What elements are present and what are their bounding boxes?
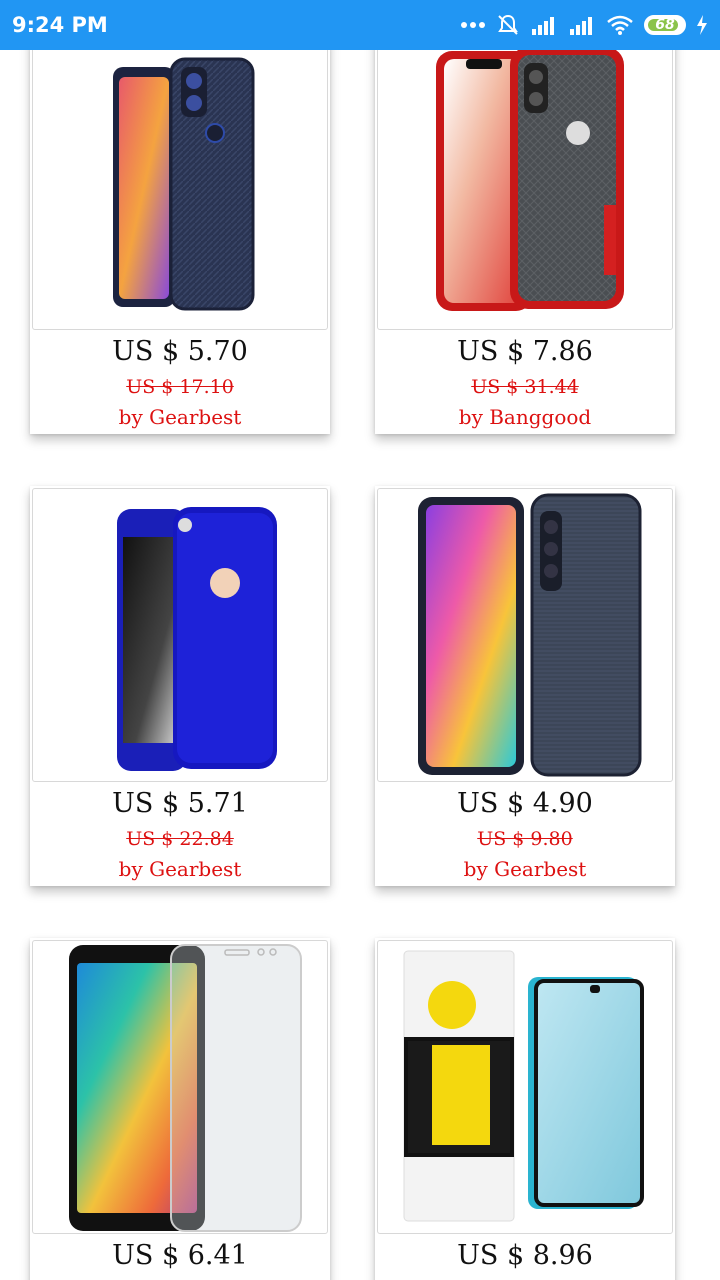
status-icons: 68 xyxy=(460,13,708,37)
battery-level: 68 xyxy=(655,17,675,33)
charging-icon xyxy=(697,15,707,35)
product-original-price: US $ 9.80 xyxy=(477,828,573,850)
product-card[interactable]: US $ 4.90 US $ 9.80 by Gearbest xyxy=(375,486,675,886)
product-original-price: US $ 31.44 xyxy=(471,376,579,398)
phone-case-image xyxy=(113,57,255,311)
product-image[interactable] xyxy=(377,36,673,330)
product-image[interactable] xyxy=(377,488,673,782)
product-price: US $ 4.90 xyxy=(457,788,593,819)
product-original-price: US $ 17.10 xyxy=(126,376,234,398)
battery-icon: 68 xyxy=(644,15,686,35)
product-image[interactable] xyxy=(32,36,328,330)
product-card[interactable]: US $ 5.71 US $ 22.84 by Gearbest xyxy=(30,486,330,886)
product-image[interactable] xyxy=(32,940,328,1234)
product-vendor: by Gearbest xyxy=(118,857,242,881)
status-time: 9:24 PM xyxy=(12,13,108,37)
product-price: US $ 7.86 xyxy=(457,336,593,367)
signal-icon xyxy=(570,17,592,35)
product-card[interactable]: US $ 6.41 xyxy=(30,938,330,1280)
product-price: US $ 5.71 xyxy=(112,788,248,819)
product-vendor: by Banggood xyxy=(458,405,592,429)
product-card[interactable]: US $ 8.96 xyxy=(375,938,675,1280)
signal-icon xyxy=(532,17,554,35)
product-price: US $ 5.70 xyxy=(112,336,248,367)
phone-case-image xyxy=(117,507,277,771)
phone-case-image xyxy=(418,493,642,777)
product-grid: US $ 5.70 US $ 17.10 by Gearbest US $ 7.… xyxy=(0,0,720,1280)
tempered-glass-image xyxy=(403,950,644,1222)
product-price: US $ 8.96 xyxy=(457,1240,593,1271)
product-card[interactable]: US $ 7.86 US $ 31.44 by Banggood xyxy=(375,34,675,434)
product-card[interactable]: US $ 5.70 US $ 17.10 by Gearbest xyxy=(30,34,330,434)
screen-protector-image xyxy=(69,944,302,1232)
product-price: US $ 6.41 xyxy=(112,1240,248,1271)
more-notifications-icon xyxy=(461,22,485,28)
product-image[interactable] xyxy=(377,940,673,1234)
status-bar: 9:24 PM 68 xyxy=(0,0,720,50)
product-original-price: US $ 22.84 xyxy=(126,828,234,850)
wifi-icon xyxy=(607,15,633,35)
product-vendor: by Gearbest xyxy=(463,857,587,881)
product-vendor: by Gearbest xyxy=(118,405,242,429)
silent-bell-icon xyxy=(498,14,518,35)
phone-case-image xyxy=(436,47,624,311)
product-image[interactable] xyxy=(32,488,328,782)
